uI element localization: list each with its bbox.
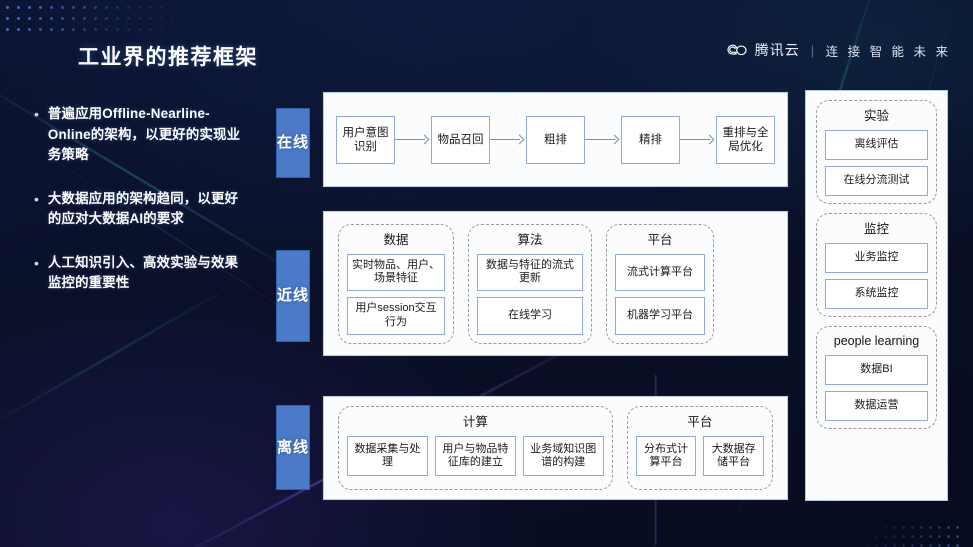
nearline-algo-item-stream-update[interactable]: 数据与特征的流式更新 — [477, 253, 583, 291]
offline-platform-items: 分布式计算平台 大数据存储平台 — [635, 436, 764, 476]
group-title: 数据 — [383, 232, 409, 247]
offline-compute-item-feature-store[interactable]: 用户与物品特征库的建立 — [434, 436, 516, 476]
nearline-plat-item-ml-platform[interactable]: 机器学习平台 — [615, 297, 705, 335]
group-title: 实验 — [863, 109, 889, 123]
slide-canvas: 工业界的推荐框架 腾讯云 | 连 接 智 能 未 来 • 普遍应用Offline… — [0, 0, 973, 547]
nearline-data-item-user-session[interactable]: 用户session交互行为 — [347, 297, 445, 335]
group-title: 平台 — [647, 232, 673, 247]
nearline-groups: 数据 实时物品、用户、场景特征 用户session交互行为 算法 数据与特征的流… — [324, 212, 787, 355]
page-title: 工业界的推荐框架 — [78, 46, 258, 69]
bullet-text: 普遍应用Offline-Nearline-Online的架构，以更好的实现业务策… — [47, 106, 241, 162]
rail-people-item-data-bi[interactable]: 数据BI — [825, 355, 928, 385]
bullet-text: 人工知识引入、高效实验与效果监控的重要性 — [47, 254, 239, 291]
flow-step-rerank-global-opt[interactable]: 重排与全局优化 — [716, 115, 775, 164]
rail-group-experiment: 实验 离线评估 在线分流测试 — [816, 100, 937, 204]
nearline-group-platform: 平台 流式计算平台 机器学习平台 — [606, 223, 714, 344]
offline-compute-items: 数据采集与处理 用户与物品特征库的建立 业务域知识图谱的构建 — [347, 436, 604, 476]
offline-group-platform: 平台 分布式计算平台 大数据存储平台 — [626, 406, 773, 490]
dot-grid-decoration-top-left — [0, 0, 200, 36]
offline-panel: 计算 数据采集与处理 用户与物品特征库的建立 业务域知识图谱的构建 平台 分布式… — [323, 396, 788, 500]
bullet-text: 大数据应用的架构趋同，以更好的应对大数据AI的要求 — [47, 190, 239, 227]
stage-badge-online: 在线 — [276, 108, 310, 178]
tencent-cloud-logo-icon — [727, 43, 747, 57]
group-title: 监控 — [863, 222, 889, 236]
dot-grid-decoration-bottom-right — [845, 523, 965, 547]
offline-plat-item-bigdata-storage[interactable]: 大数据存储平台 — [703, 436, 764, 476]
rail-group-monitoring: 监控 业务监控 系统监控 — [816, 213, 937, 317]
nearline-group-algorithm: 算法 数据与特征的流式更新 在线学习 — [468, 223, 592, 344]
nearline-plat-item-stream-compute[interactable]: 流式计算平台 — [615, 253, 705, 291]
nearline-panel: 数据 实时物品、用户、场景特征 用户session交互行为 算法 数据与特征的流… — [323, 211, 788, 356]
nearline-group-data: 数据 实时物品、用户、场景特征 用户session交互行为 — [338, 223, 454, 344]
offline-plat-item-distributed-compute[interactable]: 分布式计算平台 — [635, 436, 697, 476]
rail-monitoring-item-business[interactable]: 业务监控 — [825, 243, 928, 273]
offline-compute-item-data-collection[interactable]: 数据采集与处理 — [347, 436, 428, 476]
arrow-right-icon — [395, 134, 431, 145]
online-panel: 用户意图识别 物品召回 粗排 精排 重排与全局优化 — [323, 92, 788, 187]
flow-step-coarse-rank[interactable]: 粗排 — [526, 115, 585, 164]
stage-badge-nearline: 近线 — [276, 250, 310, 342]
group-title: 计算 — [462, 415, 488, 429]
online-flow: 用户意图识别 物品召回 粗排 精排 重排与全局优化 — [324, 93, 787, 186]
bullet-list: • 普遍应用Offline-Nearline-Online的架构，以更好的实现业… — [34, 104, 250, 317]
rail-monitoring-item-system[interactable]: 系统监控 — [825, 279, 928, 309]
brand-lockup: 腾讯云 | 连 接 智 能 未 来 — [727, 40, 951, 60]
offline-compute-item-knowledge-graph[interactable]: 业务域知识图谱的构建 — [522, 436, 604, 476]
bullet-marker: • — [34, 254, 39, 271]
arrow-right-icon — [585, 134, 621, 145]
group-title: 平台 — [687, 415, 713, 429]
arrow-right-icon — [490, 134, 526, 145]
list-item: • 人工知识引入、高效实验与效果监控的重要性 — [34, 253, 250, 294]
group-title: 算法 — [517, 232, 543, 247]
arrow-right-icon — [680, 134, 716, 145]
brand-divider: | — [810, 42, 815, 58]
list-item: • 普遍应用Offline-Nearline-Online的架构，以更好的实现业… — [34, 104, 250, 166]
rail-experiment-item-online-ab-test[interactable]: 在线分流测试 — [825, 166, 928, 196]
group-title: people learning — [833, 334, 920, 348]
bullet-marker: • — [34, 190, 39, 207]
rail-group-people-learning: people learning 数据BI 数据运营 — [816, 326, 937, 429]
list-item: • 大数据应用的架构趋同，以更好的应对大数据AI的要求 — [34, 189, 250, 230]
flow-step-user-intent[interactable]: 用户意图识别 — [336, 115, 395, 164]
flow-step-item-recall[interactable]: 物品召回 — [431, 115, 490, 164]
brand-name: 腾讯云 — [754, 42, 800, 58]
offline-group-compute: 计算 数据采集与处理 用户与物品特征库的建立 业务域知识图谱的构建 — [338, 406, 613, 490]
rail-people-item-data-ops[interactable]: 数据运营 — [825, 391, 928, 421]
right-rail-panel: 实验 离线评估 在线分流测试 监控 业务监控 系统监控 people learn… — [805, 90, 948, 501]
brand-tagline: 连 接 智 能 未 来 — [825, 44, 951, 59]
offline-groups: 计算 数据采集与处理 用户与物品特征库的建立 业务域知识图谱的构建 平台 分布式… — [324, 397, 787, 499]
bullet-marker: • — [34, 106, 39, 122]
flow-step-fine-rank[interactable]: 精排 — [621, 115, 680, 164]
rail-experiment-item-offline-eval[interactable]: 离线评估 — [825, 130, 928, 160]
stage-badge-offline: 离线 — [276, 405, 310, 490]
nearline-algo-item-online-learning[interactable]: 在线学习 — [477, 297, 583, 335]
nearline-data-item-realtime-features[interactable]: 实时物品、用户、场景特征 — [347, 253, 445, 291]
